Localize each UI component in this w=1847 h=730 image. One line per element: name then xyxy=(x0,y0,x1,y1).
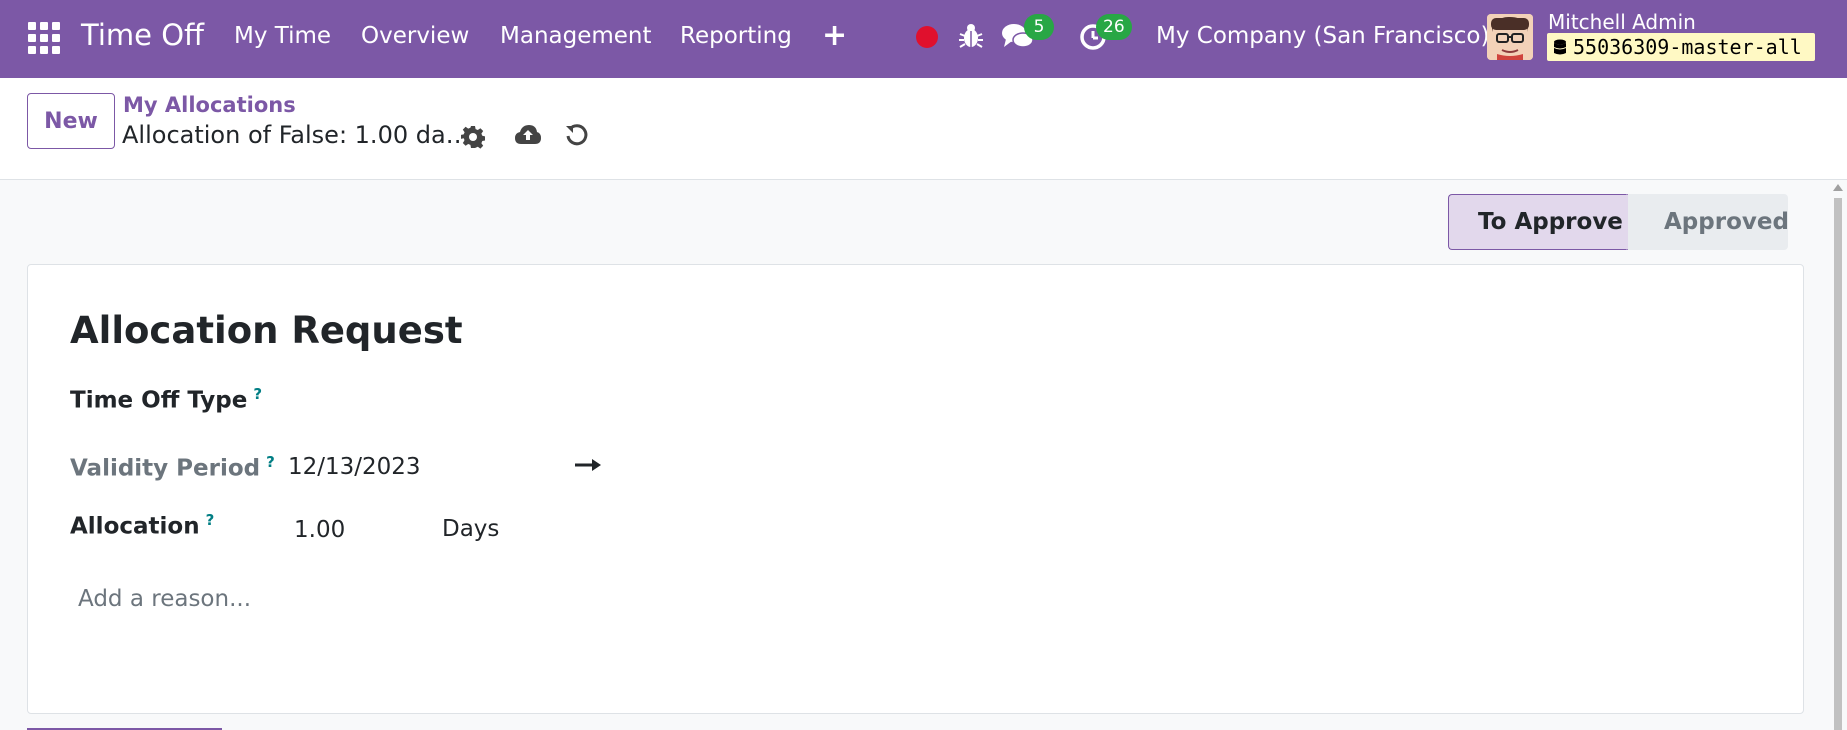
help-icon[interactable]: ? xyxy=(206,511,215,529)
form-sheet: Allocation Request Time Off Type? Validi… xyxy=(27,264,1804,714)
user-name[interactable]: Mitchell Admin xyxy=(1548,10,1696,34)
control-panel: New My Allocations Allocation of False: … xyxy=(0,78,1847,180)
database-name: 55036309-master-all xyxy=(1573,35,1802,59)
allocation-days-input[interactable] xyxy=(294,512,424,548)
record-icon[interactable] xyxy=(916,26,938,48)
time-off-type-label: Time Off Type? xyxy=(70,385,262,414)
bug-icon[interactable] xyxy=(958,22,984,50)
time-off-type-input[interactable] xyxy=(288,381,788,417)
help-icon[interactable]: ? xyxy=(266,453,275,471)
scrollbar[interactable] xyxy=(1832,182,1844,730)
plus-icon[interactable]: + xyxy=(822,18,847,53)
stage-approved[interactable]: Approved xyxy=(1628,194,1789,250)
activity-count-badge: 26 xyxy=(1096,14,1132,40)
database-icon xyxy=(1554,39,1566,55)
allocation-label: Allocation? xyxy=(70,511,214,540)
user-avatar[interactable] xyxy=(1487,14,1533,60)
new-button[interactable]: New xyxy=(27,93,115,149)
validity-period-label: Validity Period? xyxy=(70,453,275,482)
allocation-unit: Days xyxy=(442,516,500,542)
apps-menu-icon[interactable] xyxy=(28,22,60,54)
menu-my-time[interactable]: My Time xyxy=(234,23,331,49)
discard-icon[interactable] xyxy=(564,123,588,147)
form-title: Allocation Request xyxy=(70,309,463,352)
scroll-thumb[interactable] xyxy=(1834,198,1842,730)
validity-start-input[interactable] xyxy=(288,449,548,485)
chat-count-badge: 5 xyxy=(1024,14,1054,40)
stage-to-approve[interactable]: To Approve xyxy=(1448,194,1628,250)
menu-management[interactable]: Management xyxy=(500,23,652,49)
cloud-upload-icon[interactable] xyxy=(514,123,542,147)
menu-overview[interactable]: Overview xyxy=(361,23,469,49)
help-icon[interactable]: ? xyxy=(253,385,262,403)
allocation-label-text: Allocation xyxy=(70,513,200,540)
top-navbar: Time Off My Time Overview Management Rep… xyxy=(0,0,1847,78)
menu-reporting[interactable]: Reporting xyxy=(680,23,792,49)
arrow-right-icon xyxy=(575,459,601,471)
gear-icon[interactable] xyxy=(461,125,485,149)
validity-end-input[interactable] xyxy=(628,449,888,485)
record-title: Allocation of False: 1.00 da… xyxy=(122,121,470,149)
reason-textarea[interactable] xyxy=(78,581,778,617)
validity-period-label-text: Validity Period xyxy=(70,455,261,482)
breadcrumb-my-allocations[interactable]: My Allocations xyxy=(123,93,296,117)
database-tag: 55036309-master-all xyxy=(1547,33,1815,61)
scroll-up-arrow[interactable] xyxy=(1833,184,1843,191)
time-off-type-label-text: Time Off Type xyxy=(70,387,248,414)
app-brand[interactable]: Time Off xyxy=(81,18,204,52)
company-switcher[interactable]: My Company (San Francisco) xyxy=(1156,23,1489,49)
